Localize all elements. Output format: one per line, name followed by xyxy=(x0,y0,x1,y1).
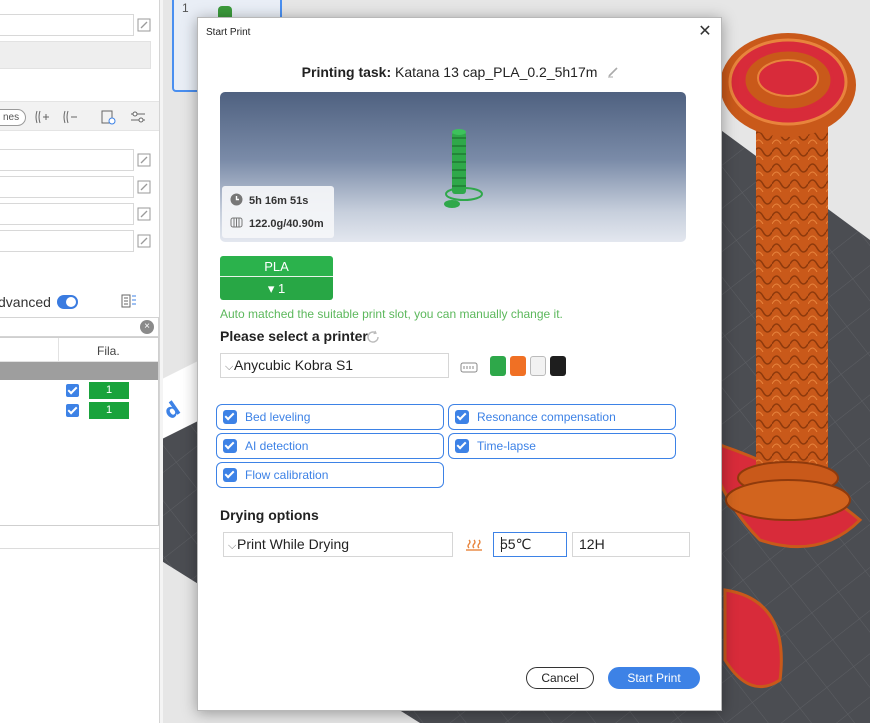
remove-part-icon[interactable] xyxy=(62,109,78,125)
edit-icon[interactable] xyxy=(137,207,151,221)
print-time: 5h 16m 51s xyxy=(230,193,308,207)
resonance-compensation-checkbox[interactable] xyxy=(455,410,469,424)
edit-icon[interactable] xyxy=(137,18,151,32)
table-row[interactable]: 1 xyxy=(0,382,158,400)
option-ai-detection[interactable]: AI detection xyxy=(216,433,444,459)
printer-section-label: Please select a printer xyxy=(220,328,368,344)
auto-match-note: Auto matched the suitable print slot, yo… xyxy=(220,307,563,321)
planes-pill[interactable]: nes xyxy=(0,109,27,126)
print-time-value: 5h 16m 51s xyxy=(249,195,309,207)
advanced-toggle[interactable] xyxy=(57,295,78,309)
printer-select[interactable]: ⌵Anycubic Kobra S1 xyxy=(220,353,449,378)
slot-selector[interactable]: ▾ 1 xyxy=(220,277,333,300)
model-thumbnail xyxy=(444,129,483,208)
printing-task-row: Printing task: Katana 13 cap_PLA_0.2_5h1… xyxy=(198,64,723,80)
ai-detection-checkbox[interactable] xyxy=(223,439,237,453)
time-lapse-label: Time-lapse xyxy=(477,439,536,453)
row-checkbox[interactable] xyxy=(66,384,79,397)
settings-dropdown[interactable] xyxy=(0,41,151,69)
time-lapse-checkbox[interactable] xyxy=(455,439,469,453)
settings-panel: nes dvanced × Fila. 1 1 xyxy=(0,0,160,723)
drying-temperature-input[interactable]: 55℃ xyxy=(493,532,567,557)
fila-column-header: Fila. xyxy=(97,344,120,358)
advanced-label: dvanced xyxy=(0,294,51,310)
material-usage-value: 122.0g/40.90m xyxy=(249,218,324,230)
slot-number: 1 xyxy=(277,281,286,296)
settings-input[interactable] xyxy=(0,14,134,36)
flow-calibration-checkbox[interactable] xyxy=(223,468,237,482)
option-time-lapse[interactable]: Time-lapse xyxy=(448,433,676,459)
filament-swatch[interactable] xyxy=(550,356,566,376)
drying-mode-select[interactable]: ⌵Print While Drying xyxy=(223,532,453,557)
close-icon[interactable]: ✕ xyxy=(695,22,715,42)
filament-search-input[interactable]: × xyxy=(0,317,159,337)
clear-search-icon[interactable]: × xyxy=(140,320,154,334)
edit-icon[interactable] xyxy=(137,234,151,248)
option-bed-leveling[interactable]: Bed leveling xyxy=(216,404,444,430)
drying-mode-value: Print While Drying xyxy=(237,536,350,552)
slot-material: PLA xyxy=(220,256,333,277)
task-name: Katana 13 cap_PLA_0.2_5h17m xyxy=(395,64,598,80)
filament-box-icon[interactable] xyxy=(460,360,478,374)
edit-icon[interactable] xyxy=(137,153,151,167)
printer-select-value: Anycubic Kobra S1 xyxy=(234,357,354,373)
heater-icon xyxy=(466,539,482,551)
drying-time-input[interactable]: 12H xyxy=(572,532,690,557)
object-toolbar: nes xyxy=(0,101,159,131)
filament-cell[interactable]: 1 xyxy=(89,382,129,399)
filament-swatch[interactable] xyxy=(510,356,526,376)
chevron-down-icon: ⌵ xyxy=(228,540,237,552)
divider xyxy=(0,548,159,549)
flow-calibration-label: Flow calibration xyxy=(245,468,329,482)
panel-divider[interactable] xyxy=(160,0,163,723)
table-header: Fila. xyxy=(0,338,158,362)
param-field-2[interactable] xyxy=(0,176,134,198)
selected-row[interactable] xyxy=(0,362,158,380)
object-table: Fila. 1 1 xyxy=(0,337,159,526)
param-field-3[interactable] xyxy=(0,203,134,225)
option-flow-calibration[interactable]: Flow calibration xyxy=(216,462,444,488)
row-checkbox[interactable] xyxy=(66,404,79,417)
model-preview: 5h 16m 51s 122.0g/40.90m xyxy=(220,92,686,242)
add-part-icon[interactable] xyxy=(34,109,50,125)
start-print-dialog: Start Print ✕ Printing task: Katana 13 c… xyxy=(197,17,722,711)
filament-spool-icon xyxy=(230,217,243,228)
advanced-row: dvanced xyxy=(0,290,159,314)
drying-temperature-value: 55℃ xyxy=(500,536,532,552)
filament-cell[interactable]: 1 xyxy=(89,402,129,419)
material-usage: 122.0g/40.90m xyxy=(230,216,324,230)
compare-icon[interactable] xyxy=(121,294,137,310)
plate-number: 1 xyxy=(182,1,189,15)
filament-swatch[interactable] xyxy=(490,356,506,376)
drying-time-value: 12H xyxy=(579,536,605,552)
param-field-4[interactable] xyxy=(0,230,134,252)
filament-swatches xyxy=(490,354,566,379)
cancel-button[interactable]: Cancel xyxy=(526,667,594,689)
dialog-title: Start Print xyxy=(206,27,251,38)
object-settings-icon[interactable] xyxy=(100,109,116,125)
sliders-icon[interactable] xyxy=(130,109,146,125)
param-field-1[interactable] xyxy=(0,149,134,171)
resonance-compensation-label: Resonance compensation xyxy=(477,410,616,424)
task-label: Printing task: xyxy=(301,64,392,80)
text-cursor xyxy=(501,537,502,552)
column-divider xyxy=(58,338,59,362)
bed-leveling-checkbox[interactable] xyxy=(223,410,237,424)
start-print-button[interactable]: Start Print xyxy=(608,667,700,689)
table-row[interactable]: 1 xyxy=(0,402,158,420)
option-resonance-compensation[interactable]: Resonance compensation xyxy=(448,404,676,430)
filament-slot-mapping[interactable]: PLA ▾ 1 xyxy=(220,256,333,300)
print-stats: 5h 16m 51s 122.0g/40.90m xyxy=(222,186,334,238)
clock-icon xyxy=(230,193,243,206)
drying-section-label: Drying options xyxy=(220,507,319,523)
edit-icon[interactable] xyxy=(137,180,151,194)
filament-swatch[interactable] xyxy=(530,356,546,376)
bed-leveling-label: Bed leveling xyxy=(245,410,311,424)
edit-task-name-icon[interactable] xyxy=(607,66,619,78)
ai-detection-label: AI detection xyxy=(245,439,309,453)
chevron-down-icon: ⌵ xyxy=(225,361,234,373)
refresh-icon[interactable] xyxy=(366,330,380,344)
